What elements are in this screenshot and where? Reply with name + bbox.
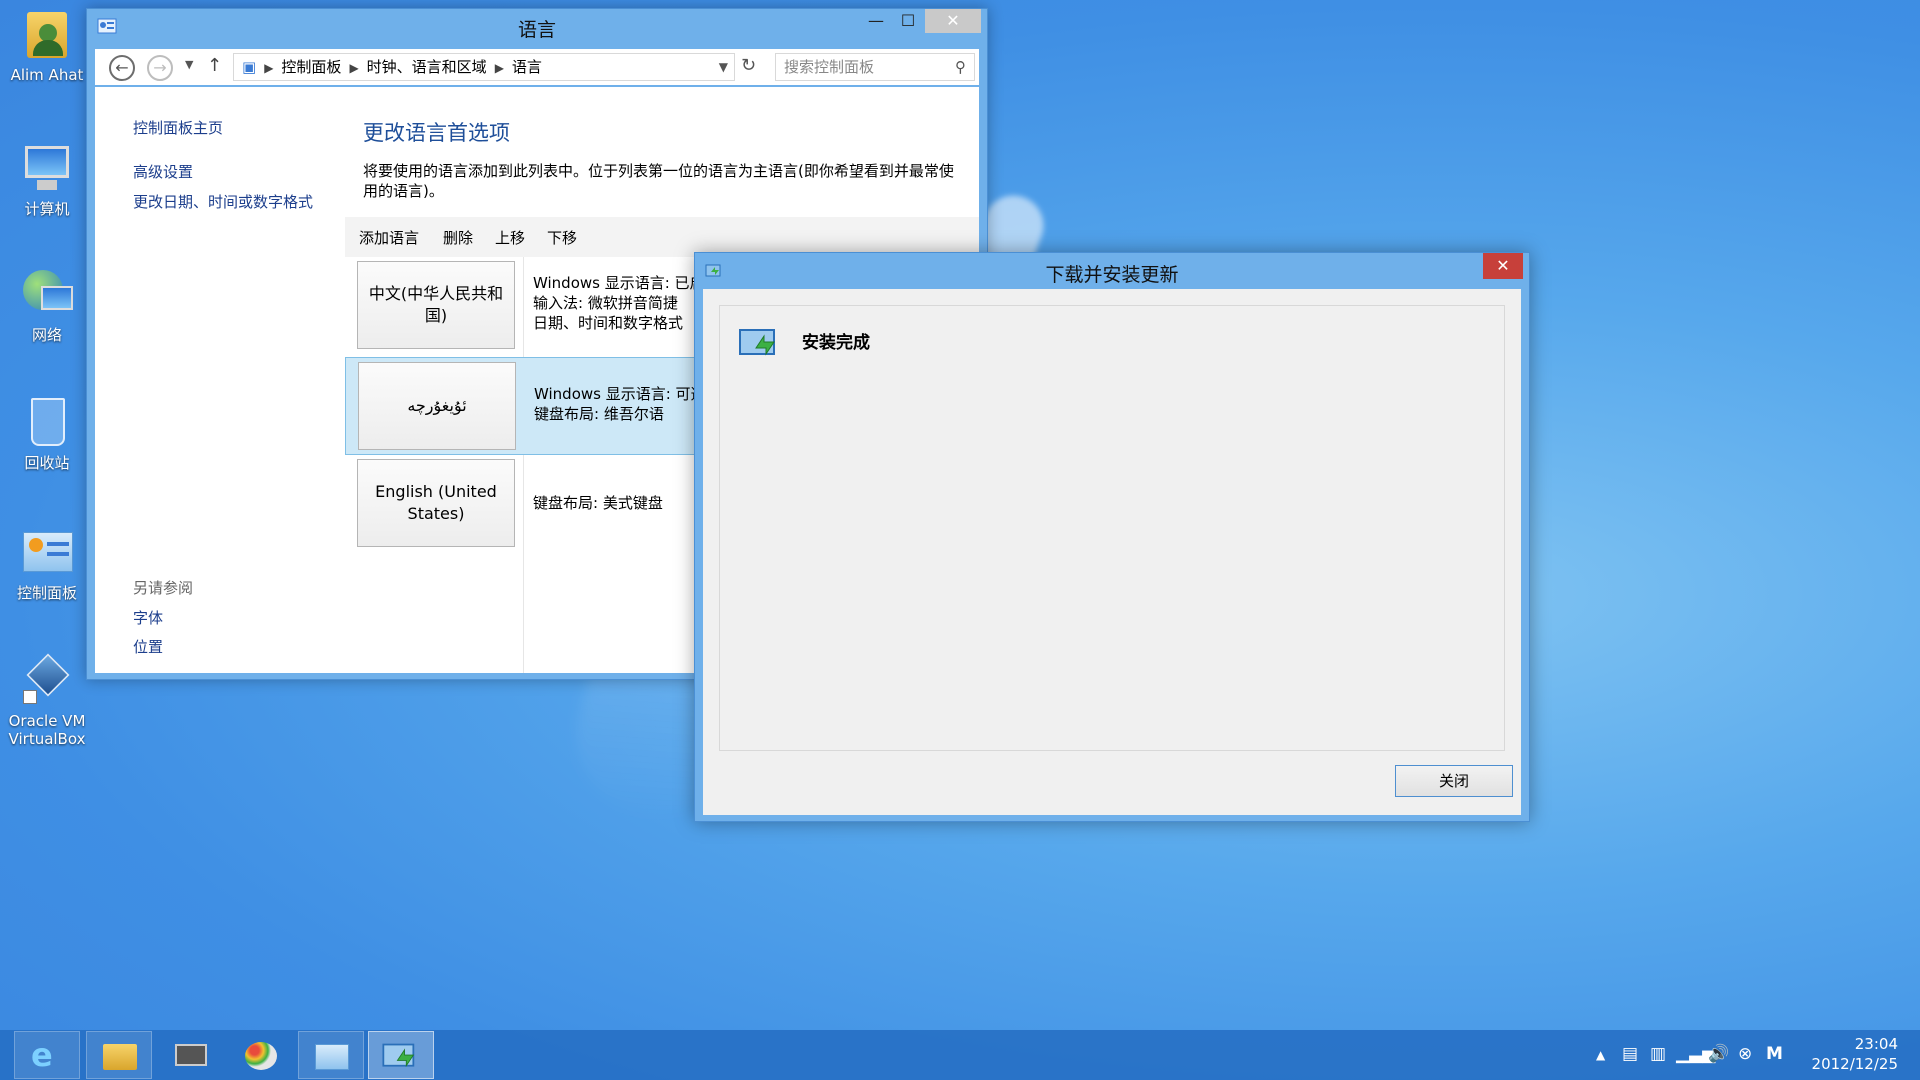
desktop-icon-label: Alim Ahat [10,66,84,84]
language-detail-line: 键盘布局: 维吾尔语 [534,405,664,423]
virtualbox-icon [19,652,75,708]
language-detail-line: Windows 显示语言: 可选 [534,385,706,403]
language-tile[interactable]: English (United States) [357,459,515,547]
dialog-body: 安装完成 关闭 [703,289,1521,815]
folder-icon [103,1044,137,1070]
paint-palette-icon [245,1042,277,1070]
power-icon[interactable]: ▥ [1650,1044,1666,1064]
forward-arrow-icon[interactable]: → [147,55,173,81]
show-hidden-icons-chevron-icon[interactable]: ▲ [1596,1048,1605,1062]
language-tile[interactable]: 中文(中华人民共和国) [357,261,515,349]
search-icon[interactable]: ⚲ [955,54,966,80]
windows-update-icon [382,1043,415,1068]
language-details: 键盘布局: 美式键盘 [533,493,663,513]
language-detail-line: 日期、时间和数字格式 [533,314,684,332]
network-icon [19,266,75,322]
remove-button[interactable]: 删除 [443,227,473,248]
search-placeholder: 搜索控制面板 [784,58,875,76]
window-title: 语言 [517,19,556,41]
nav-link-advanced-settings[interactable]: 高级设置 [133,161,193,182]
clock[interactable]: 23:04 2012/12/25 [1812,1034,1898,1074]
language-window-titlebar[interactable]: 语言 — ☐ ✕ [87,9,987,43]
add-language-button[interactable]: 添加语言 [359,227,419,248]
desktop-icon-virtualbox[interactable]: Oracle VM VirtualBox [6,652,88,748]
close-button[interactable]: 关闭 [1395,765,1513,797]
breadcrumb[interactable]: ▣ ▶ 控制面板 ▶ 时钟、语言和区域 ▶ 语言 ▼ [233,53,735,81]
desktop-icon-label: 控制面板 [16,584,77,602]
dialog-status-panel: 安装完成 [719,305,1505,751]
desktop-icon-network[interactable]: 网络 [6,266,88,344]
back-arrow-icon[interactable]: ← [109,55,135,81]
up-arrow-icon[interactable]: ↑ [207,55,222,76]
desktop-icon-label: 回收站 [24,454,70,472]
desktop-icon-computer[interactable]: 计算机 [6,140,88,218]
user-folder-icon [19,6,75,62]
close-button[interactable]: ✕ [925,9,981,33]
search-input[interactable]: 搜索控制面板 ⚲ [775,53,975,81]
breadcrumb-item[interactable]: 时钟、语言和区域 [367,58,487,76]
system-tray: ▲ ▤ ▥ ▁▃▅ 🔊 ⊗ M 23:04 2012/12/25 [1580,1030,1920,1080]
nav-link-location[interactable]: 位置 [133,636,163,657]
language-detail-line: 输入法: 微软拼音简捷 [533,294,678,312]
action-center-icon[interactable]: ▤ [1622,1044,1638,1064]
recycle-bin-icon [19,394,75,450]
address-bar: ← → ▼ ↑ ▣ ▶ 控制面板 ▶ 时钟、语言和区域 ▶ 语言 ▼ ↻ 搜索控制面板 ⚲ [95,49,979,85]
language-details: Windows 显示语言: 可选 键盘布局: 维吾尔语 [534,384,706,424]
taskbar: e ▲ ▤ ▥ ▁▃▅ 🔊 ⊗ M 23:04 2012/12/25 [0,1030,1920,1080]
nav-link-change-date-format[interactable]: 更改日期、时间或数字格式 [133,191,313,212]
move-down-button[interactable]: 下移 [547,227,577,248]
page-description: 将要使用的语言添加到此列表中。位于列表第一位的语言为主语言(即你希望看到并最常使… [363,162,954,200]
clock-time: 23:04 [1854,1035,1898,1053]
desktop-icon-label: 网络 [31,326,62,344]
dialog-titlebar[interactable]: 下载并安装更新 ✕ [695,253,1529,289]
install-status-text: 安装完成 [802,333,870,353]
taskbar-internet-explorer[interactable]: e [14,1031,80,1079]
dialog-title: 下载并安装更新 [1045,264,1179,286]
desktop-icon-user-folder[interactable]: Alim Ahat [6,6,88,84]
dialog-close-x-button[interactable]: ✕ [1483,253,1523,279]
language-tile[interactable]: ئۇيغۇرچە [358,362,516,450]
desktop-icon-control-panel[interactable]: 控制面板 [6,524,88,602]
language-details: Windows 显示语言: 已启 输入法: 微软拼音简捷 日期、时间和数字格式 [533,273,705,333]
ime-indicator[interactable]: M [1766,1044,1783,1064]
recent-locations-chevron-icon[interactable]: ▼ [185,58,193,71]
computer-management-icon [175,1044,207,1066]
taskbar-paint[interactable] [228,1031,294,1079]
page-title: 更改语言首选项 [363,121,510,145]
update-dialog: 下载并安装更新 ✕ 安装完成 关闭 [694,252,1530,822]
language-toolbar: 添加语言 删除 上移 下移 [345,217,979,257]
minimize-button[interactable]: — [861,9,891,33]
desktop-icon-recycle-bin[interactable]: 回收站 [6,394,88,472]
see-also-heading: 另请参阅 [133,579,194,597]
control-panel-icon [315,1044,349,1070]
left-navigation: 控制面板主页 高级设置 更改日期、时间或数字格式 另请参阅 字体 位置 [95,87,345,673]
taskbar-computer-management[interactable] [158,1031,224,1079]
language-detail-line: 键盘布局: 美式键盘 [533,494,663,512]
desktop-icon-label: Oracle VM VirtualBox [8,712,86,748]
breadcrumb-item[interactable]: 控制面板 [281,58,341,76]
nav-link-fonts[interactable]: 字体 [133,607,163,628]
move-up-button[interactable]: 上移 [495,227,525,248]
address-dropdown-chevron-icon[interactable]: ▼ [719,54,728,80]
taskbar-windows-update[interactable] [368,1031,434,1079]
no-connection-icon[interactable]: ⊗ [1738,1044,1752,1064]
breadcrumb-item[interactable]: 语言 [512,58,542,76]
taskbar-file-explorer[interactable] [86,1031,152,1079]
breadcrumb-root-icon: ▣ [242,58,257,76]
internet-explorer-icon: e [31,1036,53,1074]
nav-link-control-panel-home[interactable]: 控制面板主页 [133,117,223,138]
computer-icon [19,140,75,196]
control-panel-icon [19,524,75,580]
windows-update-icon [739,329,775,356]
refresh-icon[interactable]: ↻ [741,55,756,76]
clock-date: 2012/12/25 [1811,1055,1898,1073]
desktop-icon-label: 计算机 [24,200,70,218]
volume-icon[interactable]: 🔊 [1708,1044,1729,1064]
maximize-button[interactable]: ☐ [893,9,923,33]
taskbar-control-panel[interactable] [298,1031,364,1079]
language-detail-line: Windows 显示语言: 已启 [533,274,705,292]
